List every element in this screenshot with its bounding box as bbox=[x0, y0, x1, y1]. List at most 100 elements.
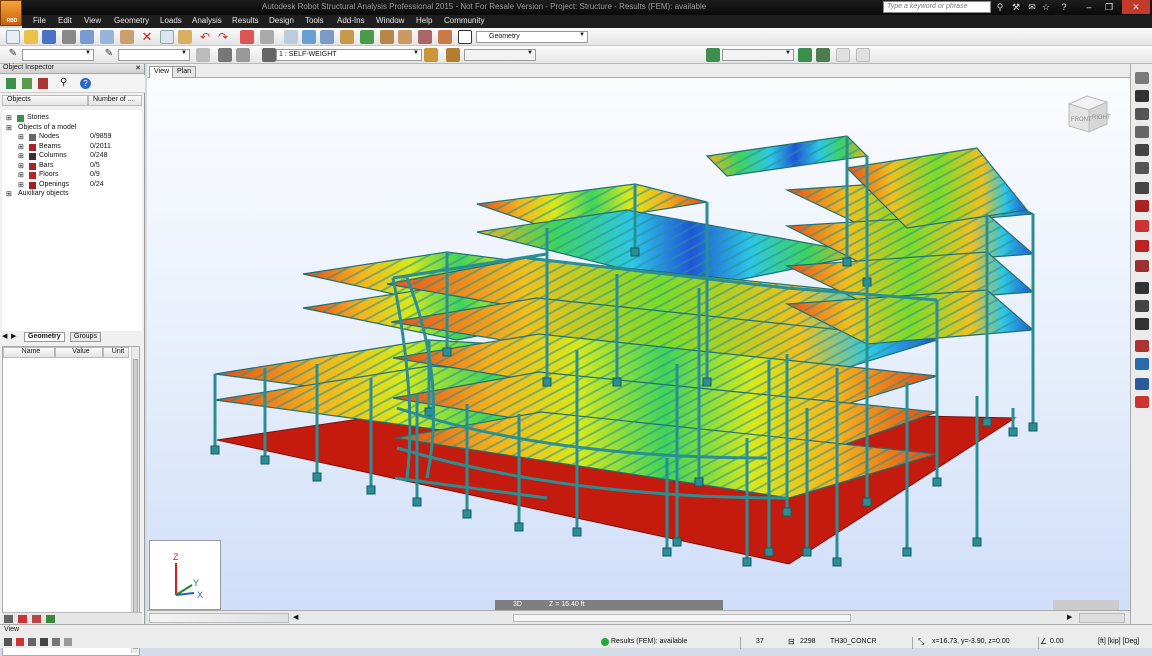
close-button[interactable]: ✕ bbox=[1122, 0, 1150, 14]
view-mode-label[interactable]: 3D bbox=[513, 601, 522, 608]
structure-model[interactable] bbox=[147, 78, 1130, 610]
preview-icon[interactable] bbox=[120, 30, 134, 44]
menu-view[interactable]: View bbox=[84, 16, 101, 25]
menu-edit[interactable]: Edit bbox=[58, 16, 72, 25]
structure-view-icon[interactable] bbox=[706, 48, 720, 62]
undo-icon[interactable]: ↶ bbox=[198, 30, 212, 44]
plates-icon[interactable] bbox=[1135, 126, 1149, 138]
properties-icon[interactable] bbox=[458, 30, 472, 44]
view-cube[interactable]: FRONT RIGHT bbox=[1065, 92, 1111, 138]
tree-item-label[interactable]: Beams bbox=[39, 143, 61, 150]
tree-item-label[interactable]: Floors bbox=[39, 171, 58, 178]
info-icon[interactable]: ? bbox=[80, 78, 91, 89]
model-3d-canvas[interactable]: FRONT RIGHT Z Y X 3D Z = 16.40 ft bbox=[147, 78, 1130, 610]
view-toolbar[interactable] bbox=[149, 613, 289, 623]
menu-loads[interactable]: Loads bbox=[160, 16, 182, 25]
structure-icon[interactable] bbox=[6, 78, 16, 89]
bars-icon[interactable] bbox=[1135, 90, 1149, 102]
walls-icon[interactable] bbox=[1135, 144, 1149, 156]
quick-select-icon[interactable] bbox=[28, 638, 36, 646]
menu-file[interactable]: File bbox=[33, 16, 46, 25]
story-down-icon[interactable] bbox=[816, 48, 830, 62]
properties-scrollbar[interactable] bbox=[131, 347, 139, 653]
shells-icon[interactable] bbox=[1135, 162, 1149, 174]
quick-reports-icon[interactable] bbox=[16, 638, 24, 646]
nodes-icon[interactable] bbox=[1135, 72, 1149, 84]
favorite-star-icon[interactable]: ☆ bbox=[1040, 1, 1052, 13]
new-file-icon[interactable] bbox=[6, 30, 20, 44]
tab-plan[interactable]: Plan bbox=[172, 66, 197, 78]
quick-snap-icon[interactable] bbox=[40, 638, 48, 646]
communication-icon[interactable]: ✉ bbox=[1026, 1, 1038, 13]
tree-item-label[interactable]: Stories bbox=[27, 114, 49, 121]
tab-scroll-left-icon[interactable]: ◀ bbox=[2, 332, 7, 340]
search-input[interactable]: Type a keyword or phrase bbox=[883, 1, 991, 13]
print-icon[interactable] bbox=[62, 30, 76, 44]
results-combo[interactable]: ▼ bbox=[464, 49, 536, 61]
tables-icon[interactable] bbox=[1135, 358, 1149, 370]
sections-icon[interactable] bbox=[438, 30, 452, 44]
open-file-icon[interactable] bbox=[24, 30, 38, 44]
tab-groups[interactable]: Groups bbox=[70, 332, 101, 342]
screen-capture-icon[interactable] bbox=[100, 30, 114, 44]
close-icon[interactable]: ✕ bbox=[135, 64, 141, 72]
tab-geometry[interactable]: Geometry bbox=[24, 332, 65, 342]
menu-design[interactable]: Design bbox=[269, 16, 294, 25]
display-mode-icon[interactable] bbox=[236, 48, 250, 62]
display-filter-icon[interactable] bbox=[218, 48, 232, 62]
layout-select[interactable]: Geometry ▼ bbox=[476, 31, 588, 43]
menu-analysis[interactable]: Analysis bbox=[192, 16, 222, 25]
view-mode-buttons[interactable] bbox=[1079, 613, 1125, 623]
menu-window[interactable]: Window bbox=[376, 16, 404, 25]
nodes-tool-icon[interactable] bbox=[360, 30, 374, 44]
filter-icon[interactable] bbox=[38, 78, 48, 89]
menu-results[interactable]: Results bbox=[232, 16, 259, 25]
expand-icon[interactable]: ⊞ bbox=[18, 171, 24, 179]
expand-icon[interactable]: ⊞ bbox=[18, 181, 24, 189]
beams-icon[interactable] bbox=[1135, 220, 1149, 232]
menu-add-ins[interactable]: Add-Ins bbox=[337, 16, 365, 25]
number-column-header[interactable]: Number of ... bbox=[88, 95, 142, 106]
expand-icon[interactable]: ⊞ bbox=[6, 190, 12, 198]
supports-icon[interactable] bbox=[1135, 260, 1149, 272]
tree-item-label[interactable]: Openings bbox=[39, 181, 69, 188]
delete-icon[interactable]: ✕ bbox=[140, 30, 154, 44]
case-selection-input[interactable]: ▼ bbox=[118, 49, 190, 61]
menu-tools[interactable]: Tools bbox=[305, 16, 324, 25]
selection-input[interactable]: ▼ bbox=[22, 49, 94, 61]
copy-icon[interactable] bbox=[160, 30, 174, 44]
load-table-icon[interactable] bbox=[446, 48, 460, 62]
bars-tool-icon[interactable] bbox=[380, 30, 394, 44]
redo-icon[interactable]: ↷ bbox=[216, 30, 230, 44]
paste-icon[interactable] bbox=[178, 30, 192, 44]
case-selection-icon[interactable]: ✎ bbox=[102, 48, 116, 62]
design-icon[interactable] bbox=[1135, 396, 1149, 408]
supports-icon[interactable] bbox=[398, 30, 412, 44]
minimize-button[interactable]: ‒ bbox=[1080, 0, 1098, 14]
story-select[interactable]: ▼ bbox=[722, 49, 794, 61]
structure-model-icon[interactable] bbox=[418, 30, 432, 44]
menu-help[interactable]: Help bbox=[416, 16, 432, 25]
tab-scroll-right-icon[interactable]: ▶ bbox=[11, 332, 16, 340]
prop-value-header[interactable]: Value bbox=[55, 347, 103, 358]
view-cube-right[interactable]: RIGHT bbox=[1092, 115, 1111, 121]
results-table-icon[interactable] bbox=[1135, 378, 1149, 390]
expand-icon[interactable]: ⊞ bbox=[18, 162, 24, 170]
horizontal-scrollbar[interactable] bbox=[513, 614, 851, 622]
menu-community[interactable]: Community bbox=[444, 16, 484, 25]
scroll-left-icon[interactable]: ◀ bbox=[293, 613, 298, 621]
z-level-label[interactable]: Z = 16.40 ft bbox=[549, 601, 585, 608]
story-up-icon[interactable] bbox=[798, 48, 812, 62]
trusses-icon[interactable] bbox=[1135, 318, 1149, 330]
zoom-all-icon[interactable] bbox=[320, 30, 334, 44]
load-definition-icon[interactable] bbox=[424, 48, 438, 62]
tools-icon[interactable]: ⚒ bbox=[1010, 1, 1022, 13]
prop-unit-header[interactable]: Unit bbox=[103, 347, 129, 358]
load-case-icon[interactable] bbox=[262, 48, 276, 62]
scrollbar-thumb[interactable] bbox=[133, 359, 138, 649]
tree-item-label[interactable]: Bars bbox=[39, 162, 53, 169]
help-icon[interactable]: ? bbox=[1058, 1, 1070, 13]
story-list-icon[interactable] bbox=[836, 48, 850, 62]
print-preview-icon[interactable] bbox=[80, 30, 94, 44]
footings-icon[interactable] bbox=[1135, 240, 1149, 252]
